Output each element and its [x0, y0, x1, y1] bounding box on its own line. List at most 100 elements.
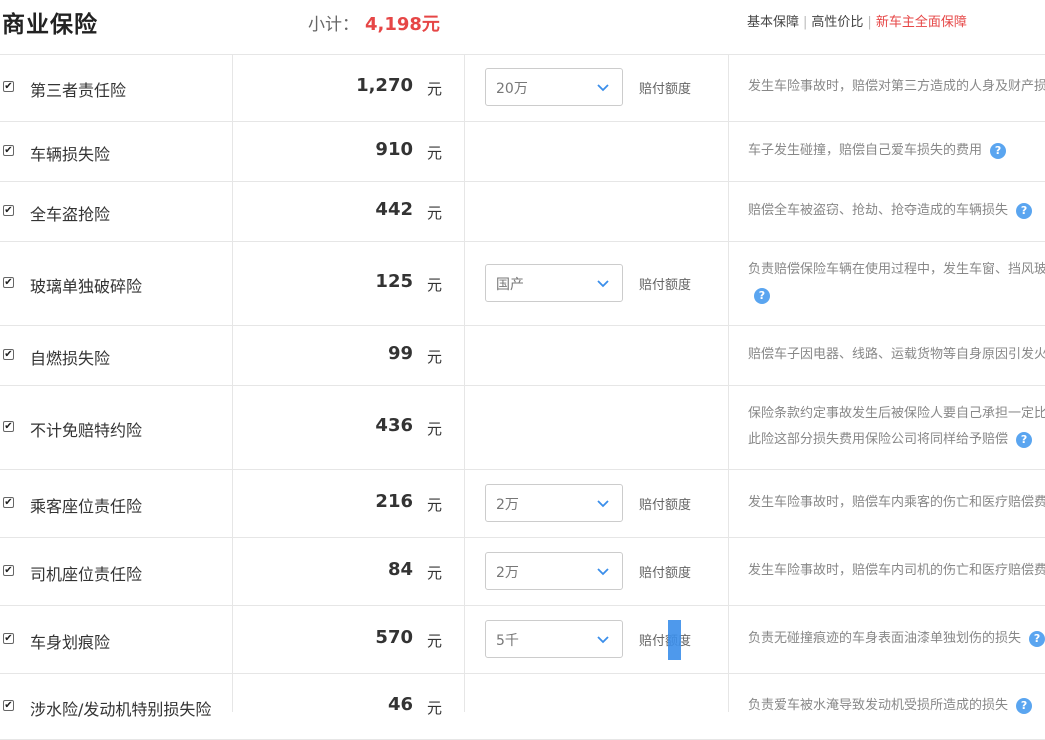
chevron-down-icon: [596, 495, 610, 509]
coverage-label: 赔付额度: [639, 566, 692, 581]
description-text: 发生车险事故时，赔偿对第三方造成的人身及财产损失: [748, 79, 1045, 94]
row-checkbox[interactable]: ✔: [3, 145, 14, 156]
page-header: 商业保险 小计： 4,198元 基本保障 | 高性价比 | 新车主全面保障: [0, 0, 1045, 55]
help-icon[interactable]: ?: [754, 287, 770, 304]
insurance-price: 436: [375, 415, 413, 436]
price-unit: 元: [427, 144, 443, 162]
row-checkbox[interactable]: ✔: [3, 633, 14, 644]
plan-value-link[interactable]: 高性价比: [811, 15, 863, 30]
chevron-down-icon: [596, 79, 610, 93]
description-text: 负责爱车被水淹导致发动机受损所造成的损失: [748, 698, 1009, 713]
insurance-row: ✔ 全车盗抢险 442 元 赔偿全车被盗窃、抢劫、抢夺造成的车辆损失?: [0, 182, 1045, 242]
description-text: 赔偿全车被盗窃、抢劫、抢夺造成的车辆损失: [748, 203, 1009, 218]
insurance-name: 自燃损失险: [30, 349, 111, 368]
insurance-name: 车身划痕险: [30, 633, 111, 652]
coverage-label: 赔付额度: [639, 498, 692, 513]
insurance-price: 910: [375, 139, 413, 160]
subtotal-label: 小计：: [308, 15, 359, 35]
insurance-row: ✔ 司机座位责任险 84 元 2万 赔付额度 发生车险事故时，赔偿车内司机的伤亡和医疗赔偿费…: [0, 538, 1045, 606]
price-unit: 元: [427, 632, 443, 650]
coverage-dropdown[interactable]: 国产: [485, 264, 623, 302]
price-unit: 元: [427, 699, 443, 717]
description-text: 赔偿车子因电器、线路、运载货物等自身原因引发火灾的损失: [748, 347, 1045, 362]
price-unit: 元: [427, 204, 443, 222]
row-checkbox[interactable]: ✔: [3, 205, 14, 216]
description-line: 负责赔偿保险车辆在使用过程中，发生车窗、挡风玻璃单独破碎的损失: [748, 257, 1045, 283]
coverage-dropdown-value: 2万: [496, 497, 519, 513]
help-icon[interactable]: ?: [1016, 431, 1033, 448]
text-selection-highlight: [668, 620, 681, 660]
coverage-dropdown[interactable]: 2万: [485, 484, 623, 522]
insurance-price: 442: [375, 199, 413, 220]
price-unit: 元: [427, 348, 443, 366]
insurance-row: ✔ 第三者责任险 1,270 元 20万 赔付额度 发生车险事故时，赔偿对第三方造成的人身及…: [0, 54, 1045, 122]
insurance-description: 发生车险事故时，赔偿对第三方造成的人身及财产损失?: [748, 74, 1045, 100]
coverage-dropdown-value: 2万: [496, 565, 519, 581]
price-unit: 元: [427, 276, 443, 294]
description-line: 负责爱车被水淹导致发动机受损所造成的损失?: [748, 693, 1045, 719]
description-line: 此险这部分损失费用保险公司将同样给予赔偿?: [748, 427, 1045, 453]
insurance-row: ✔ 车身划痕险 570 元 5千 赔付额度 负责无碰撞痕迹的车身表面油漆单独划伤的损失?: [0, 606, 1045, 674]
insurance-row: ✔ 不计免赔特约险 436 元 保险条款约定事故发生后被保险人要自己承担一定比例的损失，…: [0, 386, 1045, 470]
row-checkbox[interactable]: ✔: [3, 277, 14, 288]
description-line: ?: [748, 283, 1045, 309]
row-checkbox[interactable]: ✔: [3, 81, 14, 92]
plan-separator: |: [867, 15, 872, 30]
insurance-price: 84: [387, 559, 413, 580]
insurance-row: ✔ 涉水险/发动机特别损失险 46 元负责爱车被水淹导致发动机受损所造成的损失?: [0, 674, 1045, 740]
plan-basic-link[interactable]: 基本保障: [747, 15, 799, 30]
help-icon[interactable]: ?: [1029, 630, 1045, 647]
coverage-label: 赔付额度: [639, 278, 692, 293]
plan-new-owner-link[interactable]: 新车主全面保障: [876, 15, 967, 30]
insurance-description: 发生车险事故时，赔偿车内乘客的伤亡和医疗赔偿费用?: [748, 490, 1045, 516]
insurance-description: 负责无碰撞痕迹的车身表面油漆单独划伤的损失?: [748, 626, 1045, 652]
insurance-row: ✔ 车辆损失险 910 元 车子发生碰撞，赔偿自己爱车损失的费用?: [0, 122, 1045, 182]
coverage-dropdown[interactable]: 20万: [485, 68, 623, 106]
price-unit: 元: [427, 80, 443, 98]
coverage-dropdown-value: 国产: [496, 277, 524, 293]
plan-separator: |: [803, 15, 808, 30]
description-line: 发生车险事故时，赔偿对第三方造成的人身及财产损失?: [748, 74, 1045, 100]
insurance-description: 赔偿全车被盗窃、抢劫、抢夺造成的车辆损失?: [748, 198, 1045, 224]
help-icon[interactable]: ?: [1016, 697, 1033, 714]
row-checkbox[interactable]: ✔: [3, 421, 14, 432]
description-text: 发生车险事故时，赔偿车内司机的伤亡和医疗赔偿费用: [748, 563, 1045, 578]
chevron-down-icon: [596, 563, 610, 577]
insurance-description: 车子发生碰撞，赔偿自己爱车损失的费用?: [748, 138, 1045, 164]
row-checkbox[interactable]: ✔: [3, 565, 14, 576]
description-line: 负责无碰撞痕迹的车身表面油漆单独划伤的损失?: [748, 626, 1045, 652]
row-checkbox[interactable]: ✔: [3, 700, 14, 711]
insurance-name: 全车盗抢险: [30, 205, 111, 224]
subtotal: 小计： 4,198元: [308, 10, 440, 36]
description-line: 赔偿车子因电器、线路、运载货物等自身原因引发火灾的损失?: [748, 342, 1045, 368]
page-title: 商业保险: [2, 12, 98, 38]
help-icon[interactable]: ?: [1016, 202, 1033, 219]
insurance-price: 216: [375, 491, 413, 512]
row-checkbox[interactable]: ✔: [3, 497, 14, 508]
help-icon[interactable]: ?: [990, 142, 1007, 159]
coverage-dropdown[interactable]: 5千: [485, 620, 623, 658]
insurance-description: 负责赔偿保险车辆在使用过程中，发生车窗、挡风玻璃单独破碎的损失?: [748, 257, 1045, 309]
coverage-dropdown-value: 5千: [496, 633, 519, 649]
description-text: 负责赔偿保险车辆在使用过程中，发生车窗、挡风玻璃单独破碎的损失: [748, 262, 1045, 277]
insurance-price: 1,270: [356, 75, 413, 96]
insurance-name: 不计免赔特约险: [30, 421, 143, 440]
insurance-name: 乘客座位责任险: [30, 497, 143, 516]
coverage-dropdown[interactable]: 2万: [485, 552, 623, 590]
description-text: 发生车险事故时，赔偿车内乘客的伤亡和医疗赔偿费用: [748, 495, 1045, 510]
coverage-label: 赔付额度: [639, 634, 692, 649]
plan-tabs: 基本保障 | 高性价比 | 新车主全面保障: [747, 11, 967, 30]
insurance-row: ✔ 乘客座位责任险 216 元 2万 赔付额度 发生车险事故时，赔偿车内乘客的伤亡和医疗赔偿…: [0, 470, 1045, 538]
coverage-dropdown-value: 20万: [496, 81, 528, 97]
description-line: 赔偿全车被盗窃、抢劫、抢夺造成的车辆损失?: [748, 198, 1045, 224]
insurance-description: 保险条款约定事故发生后被保险人要自己承担一定比例的损失， 此险这部分损失费用保险公…: [748, 401, 1045, 453]
insurance-name: 玻璃单独破碎险: [30, 277, 143, 296]
description-line: 发生车险事故时，赔偿车内司机的伤亡和医疗赔偿费用?: [748, 558, 1045, 584]
row-checkbox[interactable]: ✔: [3, 349, 14, 360]
description-text: 保险条款约定事故发生后被保险人要自己承担一定比例的损失，: [748, 406, 1045, 421]
subtotal-value: 4,198元: [365, 14, 440, 35]
description-line: 保险条款约定事故发生后被保险人要自己承担一定比例的损失，: [748, 401, 1045, 427]
insurance-description: 赔偿车子因电器、线路、运载货物等自身原因引发火灾的损失?: [748, 342, 1045, 368]
price-unit: 元: [427, 564, 443, 582]
price-unit: 元: [427, 496, 443, 514]
